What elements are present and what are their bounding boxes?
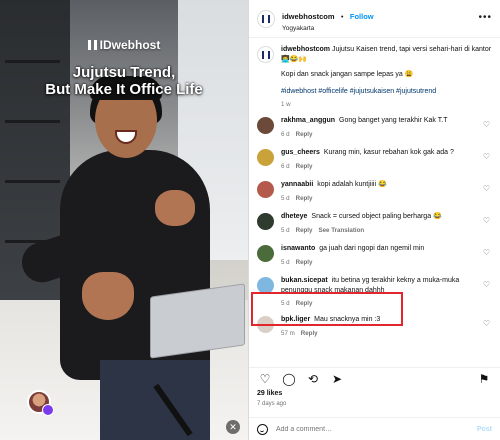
comment-item: gus_cheers Kurang min, kasur rebahan kok… xyxy=(257,148,492,172)
caption-username[interactable]: idwebhostcom xyxy=(281,46,330,53)
comment-like-heart-icon[interactable]: ♡ xyxy=(483,216,490,225)
comment-age: 5 d xyxy=(281,194,290,202)
comment-text: Kurang min, kasur rebahan kok gak ada ? xyxy=(323,149,454,156)
audio-badge-icon xyxy=(42,404,54,416)
comment-text: kopi adalah kuntjiiii 😂 xyxy=(317,181,387,188)
repost-icon[interactable]: ⟲ xyxy=(305,372,321,386)
like-count[interactable]: 29 likes xyxy=(257,390,282,397)
person-hand xyxy=(82,272,134,320)
commenter-avatar[interactable] xyxy=(257,149,274,166)
instagram-post-view: IDwebhost Jujutsu Trend, But Make It Off… xyxy=(0,0,500,440)
comment-input[interactable] xyxy=(276,425,477,433)
comment-item: dheteye Snack = cursed object paling ber… xyxy=(257,212,492,236)
comment-age: 6 d xyxy=(281,162,290,170)
reply-button[interactable]: Reply xyxy=(301,330,318,337)
commenter-username[interactable]: yannaabii xyxy=(281,181,313,188)
comment-age: 5 d xyxy=(281,226,290,234)
idwebhost-logo-icon xyxy=(87,40,97,50)
commenter-username[interactable]: dheteye xyxy=(281,213,307,220)
like-heart-icon[interactable]: ♡ xyxy=(257,372,273,386)
see-translation-button[interactable]: See Translation xyxy=(318,227,364,234)
comment-item: rakhma_anggun Gong banget yang terakhir … xyxy=(257,116,492,140)
comment-like-heart-icon[interactable]: ♡ xyxy=(483,280,490,289)
reply-button[interactable]: Reply xyxy=(296,163,313,170)
share-icon[interactable]: ➤ xyxy=(329,372,345,386)
post-header: idwebhostcom • Follow Yogyakarta ••• xyxy=(249,0,500,38)
separator-dot: • xyxy=(340,13,344,21)
caption-avatar[interactable] xyxy=(257,46,274,63)
commenter-username[interactable]: isnawanto xyxy=(281,245,315,252)
follow-button[interactable]: Follow xyxy=(350,12,374,21)
emoji-icon[interactable] xyxy=(257,423,268,435)
author-username[interactable]: idwebhostcom xyxy=(282,12,335,21)
action-bar: ♡ ◯ ⟲ ➤ ⚑ xyxy=(249,367,500,387)
comment-text: Snack = cursed object paling berharga 😂 xyxy=(311,213,442,220)
caption-hashtags[interactable]: #idwebhost #officelife #jujutsukaisen #j… xyxy=(281,87,492,97)
comment-icon[interactable]: ◯ xyxy=(281,372,297,386)
author-avatar[interactable] xyxy=(257,9,275,28)
reply-button[interactable]: Reply xyxy=(296,131,313,138)
commenter-avatar[interactable] xyxy=(257,245,274,262)
comment-text: ga juah dari ngopi dan ngemil min xyxy=(319,245,425,252)
comment-item: yannaabii kopi adalah kuntjiiii 😂 5 d Repl… xyxy=(257,180,492,204)
comment-like-heart-icon[interactable]: ♡ xyxy=(483,152,490,161)
post-age: 7 days ago xyxy=(257,401,287,407)
comment-like-heart-icon[interactable]: ♡ xyxy=(483,248,490,257)
reply-button[interactable]: Reply xyxy=(296,227,313,234)
comment-age: 57 m xyxy=(281,329,295,337)
more-options-icon[interactable]: ••• xyxy=(478,12,492,23)
reply-button[interactable]: Reply xyxy=(296,259,313,266)
highlight-box xyxy=(251,292,403,326)
caption-line2: Kopi dan snack jangan sampe lepas ya 😩 xyxy=(281,71,414,78)
comment-age: 5 d xyxy=(281,258,290,266)
comment-item: isnawanto ga juah dari ngopi dan ngemil … xyxy=(257,244,492,268)
commenter-username[interactable]: bukan.sicepat xyxy=(281,277,328,284)
post-location[interactable]: Yogyakarta xyxy=(282,25,374,32)
add-comment-bar: Post xyxy=(249,417,500,440)
person-hand xyxy=(155,190,195,226)
video-brand-watermark: IDwebhost xyxy=(0,38,248,52)
commenter-avatar[interactable] xyxy=(257,181,274,198)
video-headline: Jujutsu Trend, But Make It Office Life xyxy=(45,64,203,98)
commenter-username[interactable]: gus_cheers xyxy=(281,149,320,156)
video-player[interactable]: IDwebhost Jujutsu Trend, But Make It Off… xyxy=(0,0,248,440)
comment-text: Gong banget yang terakhir Kak T.T xyxy=(339,117,448,124)
post-comment-button[interactable]: Post xyxy=(477,426,492,433)
post-caption: idwebhostcom Jujutsu Kaisen trend, tapi … xyxy=(257,45,492,108)
comment-like-heart-icon[interactable]: ♡ xyxy=(483,184,490,193)
caption-age: 1 w xyxy=(281,101,291,108)
commenter-avatar[interactable] xyxy=(257,117,274,134)
comment-like-heart-icon[interactable]: ♡ xyxy=(483,319,490,328)
post-sidebar: idwebhostcom • Follow Yogyakarta ••• idw… xyxy=(248,0,500,440)
bookmark-icon[interactable]: ⚑ xyxy=(476,372,492,386)
mute-icon[interactable]: ✕ xyxy=(226,420,240,434)
comment-age: 6 d xyxy=(281,130,290,138)
commenter-avatar[interactable] xyxy=(257,213,274,230)
reply-button[interactable]: Reply xyxy=(296,195,313,202)
comment-like-heart-icon[interactable]: ♡ xyxy=(483,120,490,129)
commenter-username[interactable]: rakhma_anggun xyxy=(281,117,335,124)
